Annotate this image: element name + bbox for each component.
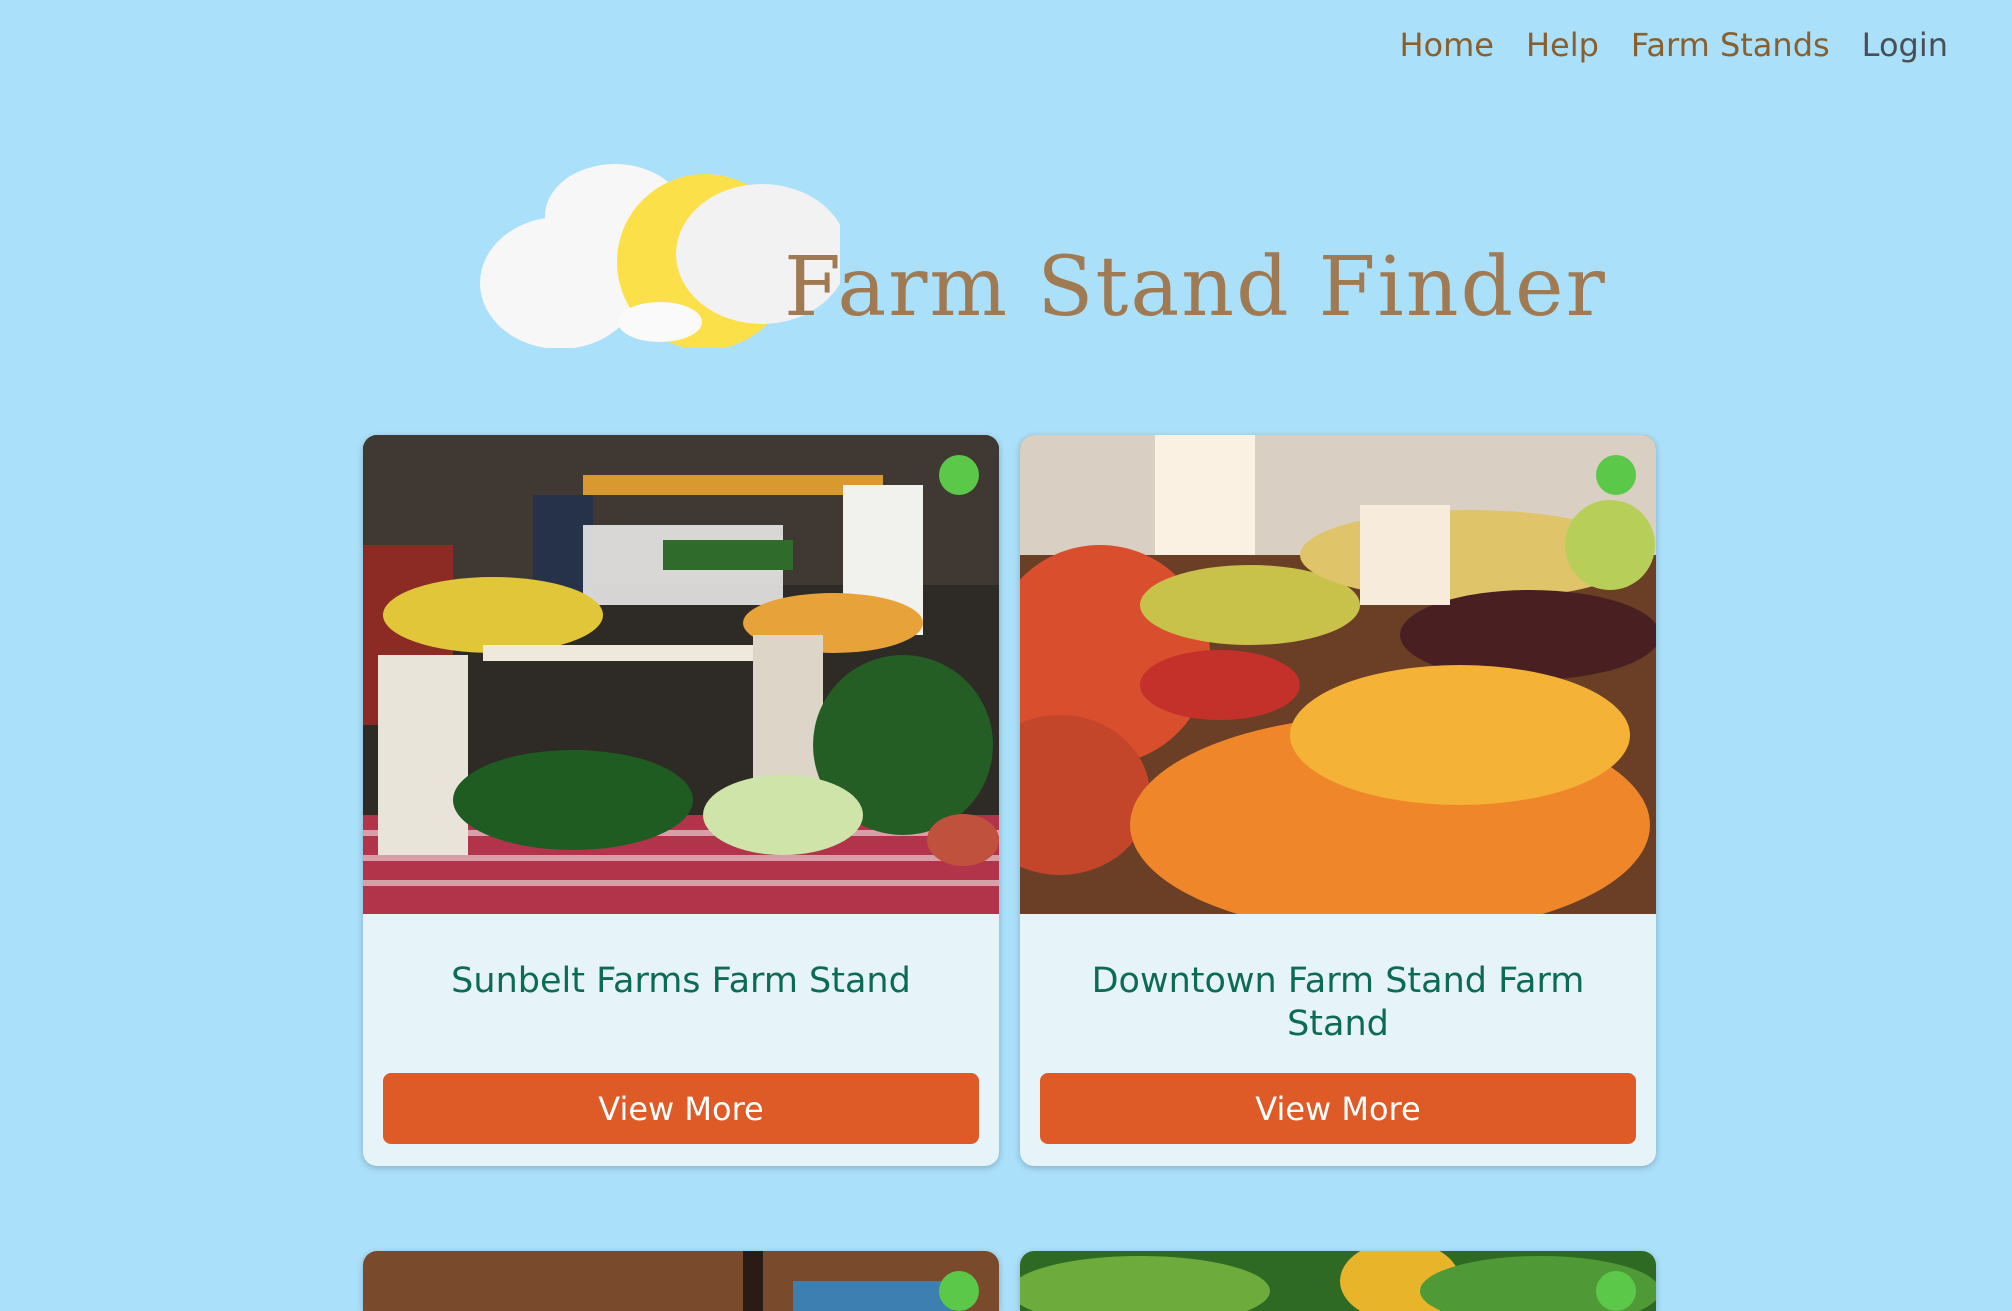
farm-stand-name: Downtown Farm Stand Farm Stand <box>1091 961 1585 1044</box>
farm-stand-image <box>1020 435 1656 914</box>
farm-stand-image <box>363 1251 999 1311</box>
open-status-indicator <box>939 455 979 495</box>
nav-farm-stands-link[interactable]: Farm Stands <box>1631 26 1830 64</box>
farm-stand-image <box>363 435 999 914</box>
open-status-indicator <box>1596 455 1636 495</box>
nav-help-link[interactable]: Help <box>1526 26 1599 64</box>
farm-stand-image <box>1020 1251 1656 1311</box>
farm-stand-card: Sunbelt Farms Farm Stand View More <box>363 435 999 1166</box>
view-more-button[interactable]: View More <box>1040 1073 1636 1144</box>
farm-stand-name: Sunbelt Farms Farm Stand <box>451 961 911 1001</box>
site-logo: Farm Stand Finder <box>480 158 1605 348</box>
top-nav: Home Help Farm Stands Login <box>1399 26 1948 64</box>
nav-login-link[interactable]: Login <box>1862 26 1948 64</box>
farm-stand-card: Downtown Farm Stand Farm Stand View More <box>1020 435 1656 1166</box>
nav-home-link[interactable]: Home <box>1399 26 1494 64</box>
open-status-indicator <box>939 1271 979 1311</box>
farm-stand-card <box>1020 1251 1656 1311</box>
farm-stand-card <box>363 1251 999 1311</box>
site-title: Farm Stand Finder <box>784 240 1607 335</box>
open-status-indicator <box>1596 1271 1636 1311</box>
view-more-button[interactable]: View More <box>383 1073 979 1144</box>
